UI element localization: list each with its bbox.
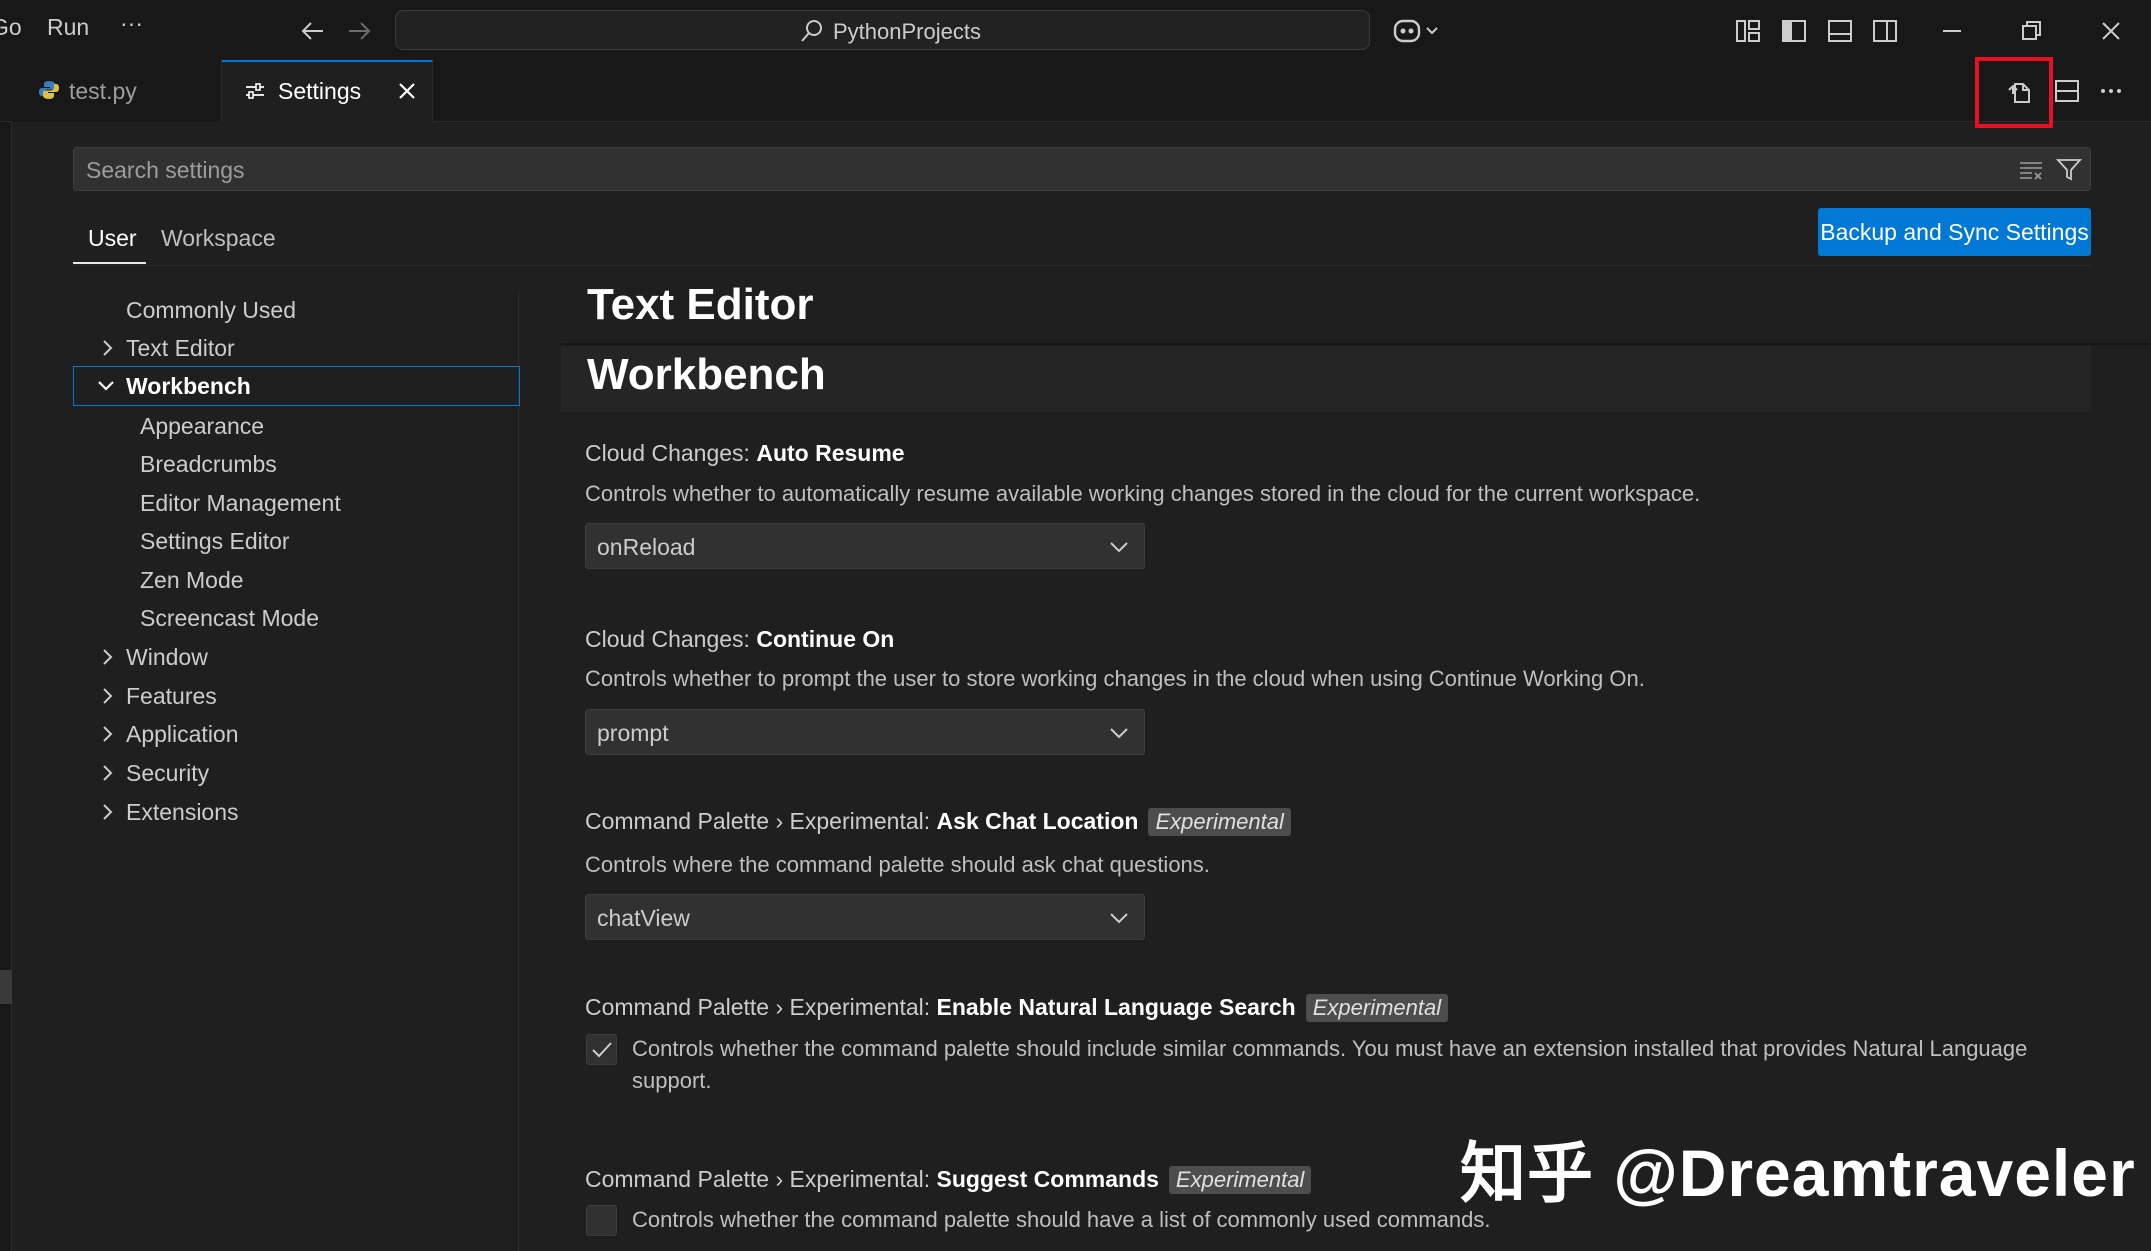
settings-sliders-icon [244, 80, 266, 102]
setting-key: Ask Chat Location [936, 808, 1139, 834]
auto-resume-dropdown[interactable]: onReload [585, 523, 1145, 569]
setting-category: Command Palette › Experimental: [585, 808, 937, 834]
watermark-text: 知乎 @Dreamtraveler [1460, 1136, 2136, 1210]
toc-commonly-used[interactable]: Commonly Used [126, 292, 296, 328]
restore-icon[interactable] [2016, 16, 2046, 46]
chevron-right-icon[interactable] [97, 338, 117, 358]
scope-divider [73, 265, 2091, 266]
chevron-right-icon[interactable] [97, 763, 117, 783]
minimize-icon[interactable] [1937, 16, 1967, 46]
setting-title-ask-chat-location: Command Palette › Experimental: Ask Chat… [585, 808, 1291, 836]
dropdown-value: prompt [597, 720, 669, 746]
setting-description: Controls where the command palette shoul… [585, 852, 1210, 877]
chevron-down-icon[interactable] [96, 376, 116, 396]
setting-category: Command Palette › Experimental: [585, 994, 937, 1020]
checkmark-icon [590, 1038, 614, 1062]
toc-extensions[interactable]: Extensions [126, 794, 239, 830]
setting-category: Command Palette › Experimental: [585, 1166, 937, 1192]
close-tab-icon[interactable] [396, 80, 418, 102]
toggle-panel-icon[interactable] [1825, 16, 1855, 46]
command-center-label: PythonProjects [833, 19, 981, 44]
editor-tab-bar: test.py Settings [0, 60, 2151, 122]
toc-window[interactable]: Window [126, 639, 208, 675]
scope-active-underline [73, 262, 146, 264]
setting-title-continue-on: Cloud Changes: Continue On [585, 626, 894, 653]
chevron-right-icon[interactable] [97, 686, 117, 706]
setting-key: Continue On [756, 626, 895, 652]
setting-description: Controls whether the command palette sho… [632, 1036, 2028, 1093]
toc-application[interactable]: Application [126, 716, 239, 752]
forward-arrow-icon[interactable] [344, 16, 374, 46]
toc-workbench[interactable]: Workbench [126, 368, 251, 404]
suggest-commands-checkbox[interactable] [586, 1205, 617, 1236]
toggle-primary-sidebar-icon[interactable] [1779, 16, 1809, 46]
setting-category: Cloud Changes: [585, 626, 757, 652]
scope-tab-workspace[interactable]: Workspace [161, 225, 276, 252]
clear-filter-icon[interactable] [2018, 157, 2046, 183]
setting-title-natural-language-search: Command Palette › Experimental: Enable N… [585, 994, 1449, 1022]
toc-settings-editor[interactable]: Settings Editor [140, 523, 290, 559]
setting-key: Auto Resume [756, 440, 905, 466]
toc-screencast-mode[interactable]: Screencast Mode [140, 600, 319, 636]
toc-features[interactable]: Features [126, 678, 217, 714]
sticky-header-divider [561, 343, 2151, 345]
setting-description: Controls whether to prompt the user to s… [585, 666, 1645, 691]
toc-text-editor[interactable]: Text Editor [126, 330, 235, 366]
tab-settings[interactable]: Settings [222, 60, 433, 122]
title-bar: Go Run ··· PythonProjects [0, 0, 2151, 60]
setting-description: Controls whether to automatically resume… [585, 481, 1701, 506]
ask-chat-location-dropdown[interactable]: chatView [585, 894, 1145, 940]
search-placeholder: Search settings [86, 157, 245, 183]
experimental-badge: Experimental [1148, 808, 1291, 836]
chevron-down-icon [1108, 908, 1130, 928]
more-actions-icon[interactable] [2096, 76, 2126, 106]
experimental-badge: Experimental [1305, 994, 1449, 1022]
copilot-icon[interactable] [1392, 16, 1442, 46]
toggle-secondary-sidebar-icon[interactable] [1870, 16, 1900, 46]
dropdown-value: chatView [597, 905, 690, 931]
toc-breadcrumbs[interactable]: Breadcrumbs [140, 446, 277, 482]
python-file-icon [38, 79, 60, 101]
chevron-right-icon[interactable] [97, 802, 117, 822]
annotation-highlight-box [1975, 57, 2053, 128]
setting-title-auto-resume: Cloud Changes: Auto Resume [585, 440, 905, 467]
setting-category: Cloud Changes: [585, 440, 757, 466]
activity-gutter [0, 122, 12, 1251]
menu-more-icon[interactable]: ··· [120, 10, 143, 37]
chevron-right-icon[interactable] [97, 724, 117, 744]
chevron-down-icon [1108, 723, 1130, 743]
close-window-icon[interactable] [2096, 16, 2126, 46]
tab-label: Settings [278, 78, 362, 104]
command-center-search[interactable]: PythonProjects [395, 10, 1370, 50]
menu-run[interactable]: Run [47, 14, 89, 41]
menu-go[interactable]: Go [0, 14, 22, 41]
filter-icon[interactable] [2055, 156, 2083, 184]
toc-divider [518, 290, 519, 1251]
experimental-badge: Experimental [1168, 1166, 1312, 1194]
scroll-indicator [0, 970, 12, 1004]
setting-key: Suggest Commands [936, 1166, 1159, 1192]
setting-key: Enable Natural Language Search [936, 994, 1296, 1020]
setting-title-suggest-commands: Command Palette › Experimental: Suggest … [585, 1166, 1312, 1194]
scope-tab-user[interactable]: User [88, 225, 137, 252]
continue-on-dropdown[interactable]: prompt [585, 709, 1145, 755]
heading-text-editor: Text Editor [587, 280, 814, 329]
toc-appearance[interactable]: Appearance [140, 408, 264, 444]
split-editor-icon[interactable] [2052, 76, 2082, 106]
back-arrow-icon[interactable] [298, 16, 328, 46]
natural-language-search-checkbox[interactable] [586, 1034, 617, 1065]
search-icon [799, 18, 825, 44]
dropdown-value: onReload [597, 534, 696, 560]
chevron-right-icon[interactable] [97, 647, 117, 667]
backup-and-sync-button[interactable]: Backup and Sync Settings [1818, 208, 2091, 256]
toc-security[interactable]: Security [126, 755, 209, 791]
customize-layout-icon[interactable] [1733, 16, 1763, 46]
tab-label: test.py [69, 78, 137, 104]
heading-workbench: Workbench [587, 350, 826, 399]
settings-search-input[interactable]: Search settings [73, 147, 2091, 191]
toc-editor-management[interactable]: Editor Management [140, 485, 341, 521]
toc-zen-mode[interactable]: Zen Mode [140, 562, 244, 598]
chevron-down-icon [1108, 537, 1130, 557]
tab-test-py[interactable]: test.py [12, 60, 222, 122]
